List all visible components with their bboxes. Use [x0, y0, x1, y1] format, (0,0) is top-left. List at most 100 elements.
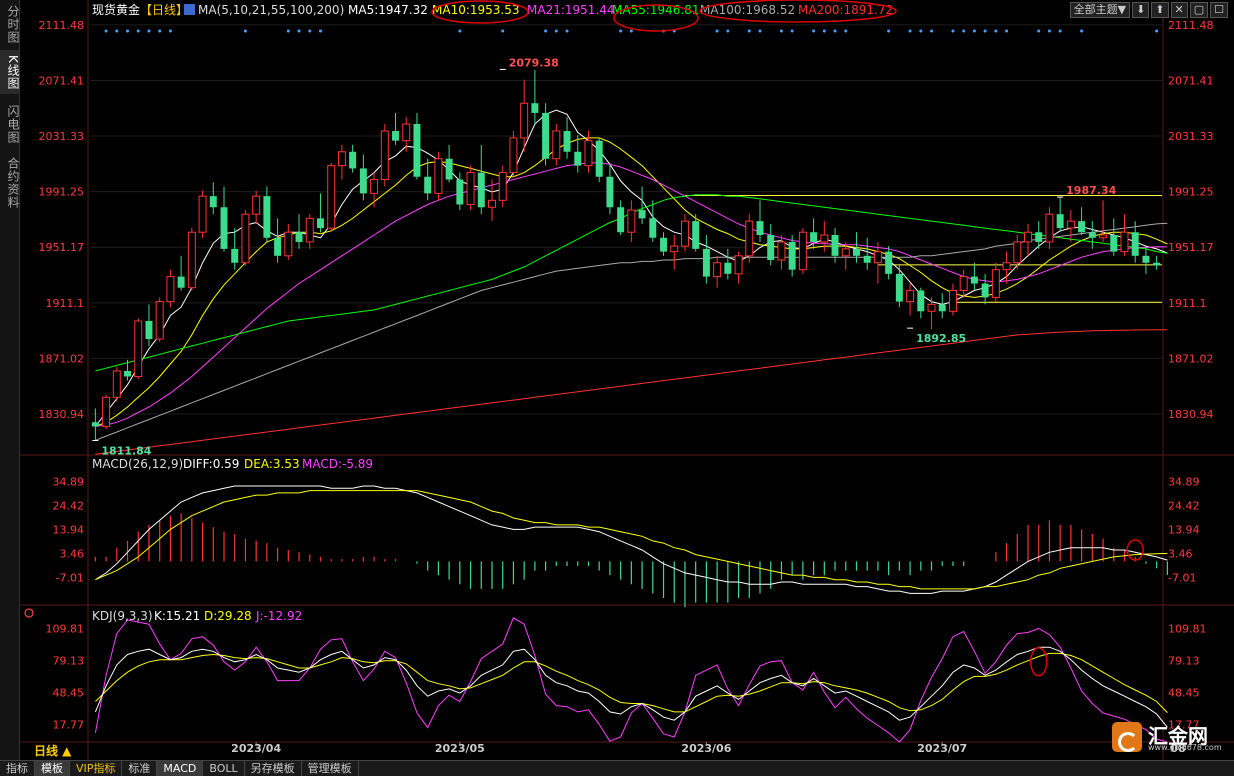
- kdj-line-j: [94, 617, 1168, 743]
- signal-dot: [104, 29, 108, 33]
- candle-body-down: [445, 158, 453, 180]
- candle-body-up: [434, 158, 443, 194]
- bottom-tab-1[interactable]: 模板: [35, 761, 70, 776]
- macd-legend-2: MACD:-5.89: [302, 457, 373, 471]
- candle-body-up: [745, 220, 754, 257]
- ma-settings-icon[interactable]: [184, 4, 195, 15]
- side-tab-bar: 分时图 K线图 闪电图 合约资料: [0, 0, 20, 760]
- macd-title: MACD(26,12,9): [92, 457, 183, 471]
- side-tab-contract[interactable]: 合约资料: [0, 154, 20, 212]
- candle-body-down: [145, 321, 153, 340]
- instrument-name: 现货黄金: [92, 2, 140, 17]
- side-tab-kline[interactable]: K线图: [0, 50, 20, 94]
- candle-body-up: [873, 251, 882, 264]
- price-annotation: 2079.38: [509, 56, 559, 69]
- window-btn-5[interactable]: ☐: [1210, 2, 1228, 18]
- signal-dot: [554, 29, 558, 33]
- candle-body-down: [392, 130, 400, 141]
- candle-body-up: [798, 231, 807, 271]
- candle-body-up: [198, 195, 207, 233]
- signal-dot: [844, 29, 848, 33]
- window-btn-2[interactable]: ⬆: [1151, 2, 1169, 18]
- bottom-tab-0[interactable]: 指标: [0, 761, 35, 776]
- logo-icon: [1112, 722, 1142, 752]
- candle-body-down: [456, 179, 464, 205]
- theme-select[interactable]: 全部主题▼: [1069, 2, 1131, 18]
- kdj-axis-right-label: 79.13: [1168, 655, 1200, 668]
- bottom-tab-5[interactable]: BOLL: [203, 761, 245, 776]
- bottom-tab-6[interactable]: 另存模板: [245, 761, 302, 776]
- candle-body-up: [327, 165, 336, 229]
- candle-body-down: [788, 241, 796, 270]
- price-axis-left-label: 2111.48: [39, 19, 85, 32]
- candle-body-up: [134, 320, 143, 377]
- candle-body-down: [863, 255, 871, 263]
- signal-dot: [115, 29, 119, 33]
- date-axis-label: 2023/05: [435, 742, 485, 755]
- candle-body-up: [927, 303, 936, 312]
- chart-canvas: 2111.48 2111.48 2071.41 2071.41 2031.33 2031.…: [20, 0, 1234, 760]
- candle-body-up: [337, 151, 346, 167]
- signal-dot: [619, 29, 623, 33]
- signal-dot: [822, 29, 826, 33]
- candle-body-up: [166, 276, 175, 303]
- candle-body-down: [349, 151, 357, 169]
- candle-body-down: [724, 262, 732, 274]
- kdj-legend-2: J:-12.92: [255, 609, 302, 623]
- candle-body-down: [895, 273, 903, 302]
- candle-body-up: [1045, 213, 1054, 243]
- logo-url: www.gold678.com: [1148, 743, 1222, 752]
- signal-dot: [318, 29, 322, 33]
- signal-dot: [962, 29, 966, 33]
- candle-body-down: [1110, 235, 1118, 252]
- bottom-tab-4[interactable]: MACD: [157, 761, 204, 776]
- macd-axis-left-label: 34.89: [53, 476, 85, 489]
- candle-body-up: [713, 262, 722, 278]
- kdj-axis-left-label: 79.13: [53, 655, 85, 668]
- text-layer: 2111.48 2111.48 2071.41 2071.41 2031.33 2031.…: [24, 0, 1214, 758]
- candle-body-down: [1142, 255, 1150, 263]
- signal-dot: [812, 29, 816, 33]
- candle-body-up: [1099, 234, 1108, 239]
- price-axis-right-label: 2071.41: [1168, 74, 1214, 87]
- candle-body-down: [831, 235, 839, 256]
- signal-dot: [286, 29, 290, 33]
- candle-body-up: [284, 231, 293, 257]
- kdj-target-icon[interactable]: [24, 608, 34, 618]
- signal-dot: [1037, 29, 1041, 33]
- bottom-tab-7[interactable]: 管理模板: [302, 761, 359, 776]
- bottom-tab-3[interactable]: 标准: [122, 761, 158, 776]
- macd-axis-left-label: 24.42: [53, 500, 85, 513]
- candle-body-up: [991, 269, 1000, 298]
- bottom-tab-2[interactable]: VIP指标: [70, 761, 123, 776]
- price-axis-left-label: 1991.25: [39, 186, 85, 199]
- candle-body-down: [756, 221, 764, 235]
- side-tab-timeshare[interactable]: 分时图: [0, 4, 20, 44]
- signal-dot: [1047, 29, 1051, 33]
- price-axis-right-label: 1830.94: [1168, 408, 1214, 421]
- candle-body-up: [1120, 231, 1129, 253]
- macd-legend-0: DIFF:0.59: [183, 457, 239, 471]
- window-btn-3[interactable]: ✕: [1170, 2, 1188, 18]
- candle-body-up: [155, 301, 164, 340]
- price-axis-left-label: 1871.02: [39, 352, 85, 365]
- ma-line-ma200: [95, 329, 1168, 455]
- candle-body-down: [209, 196, 217, 208]
- signal-dot: [779, 29, 783, 33]
- window-btn-4[interactable]: ▢: [1189, 2, 1209, 18]
- signal-dot: [1155, 29, 1159, 33]
- candle-body-up: [680, 220, 689, 247]
- candle-body-up: [734, 255, 743, 275]
- kdj-line-k: [94, 646, 1168, 728]
- side-tab-flash[interactable]: 闪电图: [0, 102, 20, 146]
- signal-dot: [833, 29, 837, 33]
- signal-dot: [887, 29, 891, 33]
- candle-body-down: [885, 251, 893, 274]
- candle-body-down: [1056, 214, 1064, 229]
- macd-axis-right-label: 34.89: [1168, 476, 1200, 489]
- period-label[interactable]: 日线 ▲: [34, 743, 72, 758]
- signal-dot: [758, 29, 762, 33]
- window-btn-1[interactable]: ⬇: [1132, 2, 1150, 18]
- signal-dot: [919, 29, 923, 33]
- candle-body-down: [702, 248, 710, 277]
